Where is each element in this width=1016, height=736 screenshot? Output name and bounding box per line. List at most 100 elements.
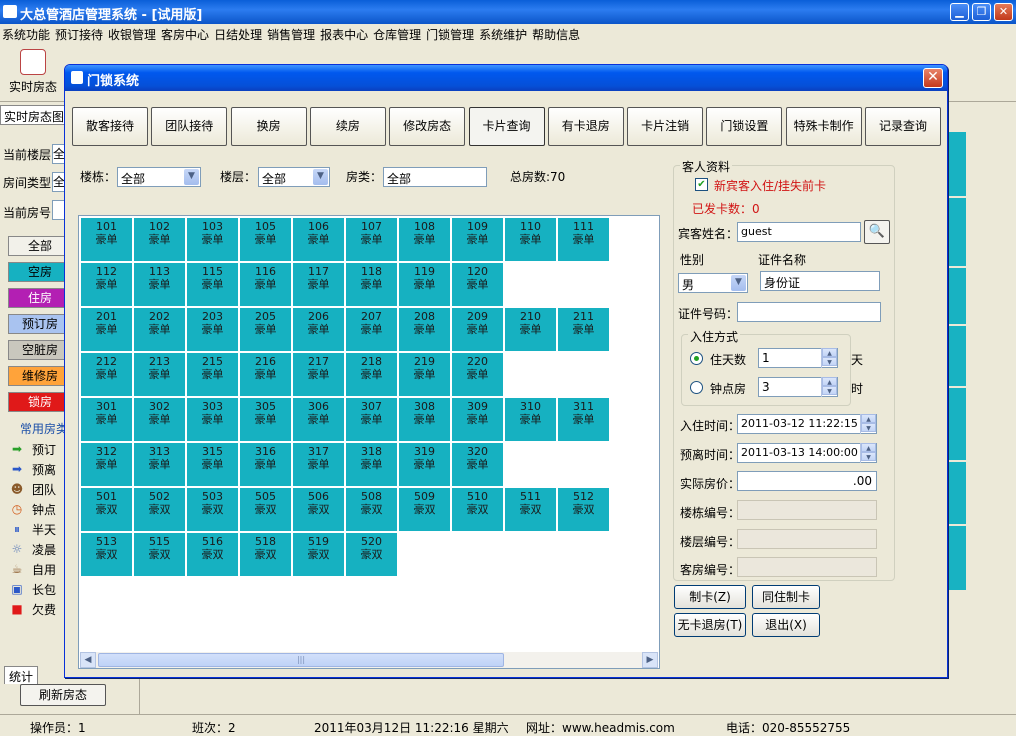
minimize-button[interactable]: ▁	[950, 3, 969, 21]
room-tile[interactable]: 317 豪单	[293, 443, 344, 486]
room-tile[interactable]: 501 豪双	[81, 488, 132, 531]
search-guest-button[interactable]: 🔍	[864, 220, 890, 244]
room-tile[interactable]: 313 豪单	[134, 443, 185, 486]
status-filter-button[interactable]: 维修房	[8, 366, 66, 386]
floor-filter-select[interactable]: 全部 ▼	[258, 167, 330, 187]
room-tile[interactable]: 316 豪单	[240, 443, 291, 486]
room-tile[interactable]: 505 豪双	[240, 488, 291, 531]
gender-select[interactable]: 男 ▼	[678, 273, 748, 293]
menu-item[interactable]: 销售管理	[265, 24, 318, 44]
room-tile[interactable]: 115 豪单	[187, 263, 238, 306]
hours-radio[interactable]	[690, 381, 703, 394]
room-tile[interactable]: 112 豪单	[81, 263, 132, 306]
function-button[interactable]: 记录查询	[865, 107, 941, 146]
realtime-status-tool[interactable]: 实时房态	[2, 47, 64, 99]
checkin-time-input[interactable]: 2011-03-12 11:22:15	[737, 414, 877, 434]
room-price-input[interactable]: .00	[737, 471, 877, 491]
room-tile[interactable]: 502 豪双	[134, 488, 185, 531]
room-tile[interactable]: 118 豪单	[346, 263, 397, 306]
room-tile[interactable]: 301 豪单	[81, 398, 132, 441]
room-tile[interactable]: 218 豪单	[346, 353, 397, 396]
room-tile[interactable]: 510 豪双	[452, 488, 503, 531]
menu-item[interactable]: 报表中心	[318, 24, 371, 44]
room-tile[interactable]: 207 豪单	[346, 308, 397, 351]
room-tile[interactable]: 305 豪单	[240, 398, 291, 441]
status-filter-button[interactable]: 空脏房	[8, 340, 66, 360]
menu-item[interactable]: 系统功能	[0, 24, 53, 44]
refresh-status-button[interactable]: 刷新房态	[20, 684, 106, 706]
room-tile[interactable]: 312 豪单	[81, 443, 132, 486]
exit-button[interactable]: 退出(X)	[752, 613, 820, 637]
menu-item[interactable]: 系统维护	[477, 24, 530, 44]
room-tile[interactable]: 503 豪双	[187, 488, 238, 531]
room-tile[interactable]: 101 豪单	[81, 218, 132, 261]
room-tile[interactable]: 102 豪单	[134, 218, 185, 261]
room-tile[interactable]: 106 豪单	[293, 218, 344, 261]
room-tile[interactable]: 511 豪双	[505, 488, 556, 531]
room-tile[interactable]: 512 豪双	[558, 488, 609, 531]
room-tile[interactable]: 217 豪单	[293, 353, 344, 396]
room-tile[interactable]: 519 豪双	[293, 533, 344, 576]
id-number-input[interactable]	[737, 302, 881, 322]
guest-name-input[interactable]: guest	[737, 222, 861, 242]
roomtype-filter-input[interactable]: 全部	[383, 167, 487, 187]
room-tile[interactable]: 516 豪双	[187, 533, 238, 576]
function-button[interactable]: 修改房态	[389, 107, 466, 146]
checkout-time-input[interactable]: 2011-03-13 14:00:00	[737, 443, 877, 463]
statistics-tab[interactable]: 统计	[4, 666, 38, 684]
room-tile[interactable]: 220 豪单	[452, 353, 503, 396]
checkout-time-spinner[interactable]: ▲ ▼	[860, 443, 876, 463]
room-tile[interactable]: 515 豪双	[134, 533, 185, 576]
status-filter-button[interactable]: 预订房	[8, 314, 66, 334]
room-tile[interactable]: 205 豪单	[240, 308, 291, 351]
room-tile[interactable]: 208 豪单	[399, 308, 450, 351]
make-card-button[interactable]: 制卡(Z)	[674, 585, 746, 609]
status-filter-button[interactable]: 全部	[8, 236, 66, 256]
scroll-thumb[interactable]: |||	[98, 653, 504, 667]
scroll-left-icon[interactable]: ◀	[80, 652, 96, 668]
room-tile[interactable]: 319 豪单	[399, 443, 450, 486]
room-tile[interactable]: 518 豪双	[240, 533, 291, 576]
days-radio[interactable]	[690, 352, 703, 365]
building-filter-select[interactable]: 全部 ▼	[117, 167, 201, 187]
room-tile[interactable]: 209 豪单	[452, 308, 503, 351]
room-tile[interactable]: 306 豪单	[293, 398, 344, 441]
room-tile[interactable]: 105 豪单	[240, 218, 291, 261]
id-type-input[interactable]: 身份证	[760, 271, 880, 291]
room-tile[interactable]: 203 豪单	[187, 308, 238, 351]
room-tile[interactable]: 318 豪单	[346, 443, 397, 486]
room-tile[interactable]: 315 豪单	[187, 443, 238, 486]
room-tile[interactable]: 509 豪双	[399, 488, 450, 531]
room-tile[interactable]: 206 豪单	[293, 308, 344, 351]
room-tile[interactable]: 308 豪单	[399, 398, 450, 441]
function-button[interactable]: 门锁设置	[706, 107, 783, 146]
room-tile[interactable]: 110 豪单	[505, 218, 556, 261]
room-tile[interactable]: 108 豪单	[399, 218, 450, 261]
room-tile[interactable]: 120 豪单	[452, 263, 503, 306]
room-tile[interactable]: 213 豪单	[134, 353, 185, 396]
room-tile[interactable]: 111 豪单	[558, 218, 609, 261]
room-tile[interactable]: 202 豪单	[134, 308, 185, 351]
room-tile[interactable]: 320 豪单	[452, 443, 503, 486]
horizontal-scrollbar[interactable]: ◀ ||| ▶	[80, 652, 658, 668]
room-tile[interactable]: 513 豪双	[81, 533, 132, 576]
room-tile[interactable]: 219 豪单	[399, 353, 450, 396]
function-button[interactable]: 散客接待	[72, 107, 148, 146]
function-button[interactable]: 续房	[309, 107, 386, 146]
new-guest-checkbox[interactable]: ✔	[695, 178, 708, 191]
same-room-card-button[interactable]: 同住制卡	[752, 585, 820, 609]
room-tile[interactable]: 215 豪单	[187, 353, 238, 396]
status-filter-button[interactable]: 住房	[8, 288, 66, 308]
dialog-close-button[interactable]: ✕	[923, 68, 943, 88]
room-tile[interactable]: 116 豪单	[240, 263, 291, 306]
room-tile[interactable]: 117 豪单	[293, 263, 344, 306]
room-tile[interactable]: 302 豪单	[134, 398, 185, 441]
room-tile[interactable]: 211 豪单	[558, 308, 609, 351]
room-tile[interactable]: 103 豪单	[187, 218, 238, 261]
function-button[interactable]: 卡片查询	[468, 107, 545, 146]
menu-item[interactable]: 收银管理	[106, 24, 159, 44]
function-button[interactable]: 卡片注销	[627, 107, 704, 146]
menu-item[interactable]: 预订接待	[53, 24, 106, 44]
room-tile[interactable]: 212 豪单	[81, 353, 132, 396]
room-tile[interactable]: 113 豪单	[134, 263, 185, 306]
